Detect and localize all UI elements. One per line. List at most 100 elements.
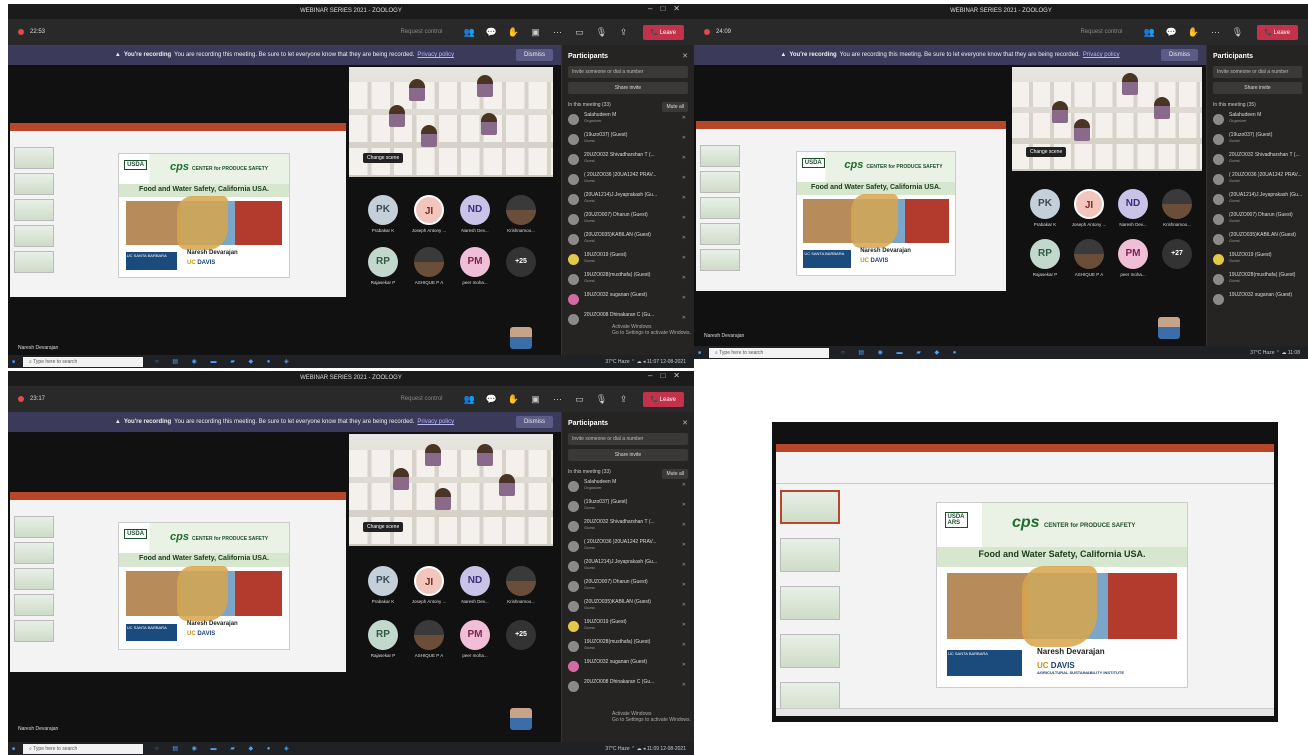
rooms-icon[interactable]: ▣: [530, 393, 542, 405]
participant-row[interactable]: 19UZO028(musthafa) (Guest) Guest: [1207, 272, 1308, 292]
participant-row[interactable]: 20UZO032 Shivadharshan T (... Guest: [1207, 152, 1308, 172]
request-control-button[interactable]: Request control: [1080, 29, 1122, 35]
share-invite-button[interactable]: Share invite: [568, 82, 688, 94]
reactions-icon[interactable]: ✋: [508, 393, 520, 405]
people-icon[interactable]: 👥: [464, 26, 476, 38]
window-controls[interactable]: –□✕: [648, 371, 688, 380]
share-invite-button[interactable]: Share invite: [568, 449, 688, 461]
windows-start-icon[interactable]: ■: [12, 359, 15, 365]
participant-tile[interactable]: PM peer moha...: [450, 247, 500, 301]
participant-row[interactable]: 19UZO032 suganan (Guest) ✕: [562, 292, 694, 312]
mute-all-button[interactable]: Mute all: [662, 102, 688, 112]
participant-tile[interactable]: PK Prabakar K: [358, 195, 408, 249]
participant-row[interactable]: Salahudeen M Organizer: [1207, 112, 1308, 132]
classroom-video[interactable]: Change scene: [1012, 67, 1202, 171]
participant-row[interactable]: 19UZO019 (Guest) Guest ✕: [562, 619, 694, 639]
participant-row[interactable]: (20UZO007) Dharun (Guest) Guest ✕: [562, 579, 694, 599]
privacy-policy-link[interactable]: Privacy policy: [417, 52, 454, 58]
participant-tile[interactable]: RP Rajasekar P: [358, 247, 408, 301]
ribbon-tabs[interactable]: [776, 444, 1274, 452]
chat-icon[interactable]: 💬: [486, 393, 498, 405]
invite-input[interactable]: Invite someone or dial a number: [568, 66, 688, 78]
leave-button[interactable]: 📞 Leave: [642, 391, 684, 407]
slide-thumbnails[interactable]: [14, 147, 56, 289]
more-participants[interactable]: +25: [496, 620, 546, 674]
participant-row[interactable]: 19UZO019 (Guest) Guest ✕: [562, 252, 694, 272]
participant-row[interactable]: (20UZO035)KABILAN (Guest) Guest ✕: [562, 599, 694, 619]
participant-row[interactable]: (20UZO035)KABILAN (Guest) Guest: [1207, 232, 1308, 252]
participant-row[interactable]: Salahudeen M Organizer ✕: [562, 479, 694, 499]
more-icon[interactable]: ⋯: [1210, 26, 1222, 38]
windows-start-icon[interactable]: ■: [12, 746, 15, 752]
slide-thumbnails[interactable]: [700, 145, 742, 283]
self-video[interactable]: [1158, 317, 1180, 339]
participant-tile[interactable]: JI Joseph Antony ...: [404, 195, 454, 249]
more-participants[interactable]: +25: [496, 247, 546, 301]
more-participants[interactable]: +27: [1152, 239, 1202, 293]
change-scene-button[interactable]: Change scene: [363, 153, 404, 163]
privacy-policy-link[interactable]: Privacy policy: [1083, 52, 1120, 58]
participant-row[interactable]: 20UZO008 Dhinakaran C (Gu... ✕: [562, 679, 694, 699]
participant-row[interactable]: 19UZO032 suganan (Guest) ✕: [562, 659, 694, 679]
participant-tile[interactable]: JI Joseph Antony ...: [1064, 189, 1114, 243]
participant-tile[interactable]: ASHIQUE P A: [404, 247, 454, 301]
invite-input[interactable]: Invite someone or dial a number: [568, 433, 688, 445]
participant-tile[interactable]: ASHIQUE P A: [404, 620, 454, 674]
slide-thumbnails[interactable]: [14, 516, 56, 664]
participant-row[interactable]: (20UA1214)J.Jeyaprakash (Gu... Guest ✕: [562, 192, 694, 212]
camera-icon[interactable]: ▭: [574, 26, 586, 38]
leave-button[interactable]: 📞 Leave: [1256, 24, 1298, 40]
participant-tile[interactable]: PM peer moha...: [1108, 239, 1158, 293]
participant-row[interactable]: (20UZO007) Dharun (Guest) Guest: [1207, 212, 1308, 232]
participant-tile[interactable]: Krishnamoo...: [1152, 189, 1202, 243]
share-icon[interactable]: ⇪: [618, 393, 630, 405]
participant-tile[interactable]: Krishnamoo...: [496, 195, 546, 249]
participant-row[interactable]: 20UZO032 Shivadharshan T (... Guest ✕: [562, 152, 694, 172]
reactions-icon[interactable]: ✋: [508, 26, 520, 38]
self-video[interactable]: [510, 708, 532, 730]
taskbar-search[interactable]: ⌕ Type here to search: [709, 347, 830, 358]
taskbar-apps[interactable]: ○ ▤ ◉ ▬ ▰ ◆ ●: [841, 349, 962, 356]
taskbar-search[interactable]: ⌕ Type here to search: [23, 743, 144, 754]
participant-row[interactable]: (20UA1214)J.Jeyaprakash (Gu... Guest: [1207, 192, 1308, 212]
mute-all-button[interactable]: Mute all: [662, 469, 688, 479]
dismiss-button[interactable]: Dismiss: [516, 49, 553, 61]
self-video[interactable]: [510, 327, 532, 349]
participant-tile[interactable]: ND Naresh Dev...: [450, 566, 500, 620]
dismiss-button[interactable]: Dismiss: [516, 416, 553, 428]
participant-tile[interactable]: PM peer moha...: [450, 620, 500, 674]
participant-tile[interactable]: Krishnamoo...: [496, 566, 546, 620]
mic-icon[interactable]: 🎙: [596, 393, 608, 405]
participant-tile[interactable]: PK Prabakar K: [1020, 189, 1070, 243]
participant-row[interactable]: (20UA1214)J.Jeyaprakash (Gu... Guest ✕: [562, 559, 694, 579]
share-icon[interactable]: ⇪: [618, 26, 630, 38]
participant-tile[interactable]: RP Rajasekar P: [1020, 239, 1070, 293]
invite-input[interactable]: Invite someone or dial a number: [1213, 66, 1302, 78]
request-control-button[interactable]: Request control: [400, 29, 442, 35]
request-control-button[interactable]: Request control: [400, 396, 442, 402]
participant-tile[interactable]: JI Joseph Antony ...: [404, 566, 454, 620]
chat-icon[interactable]: 💬: [1166, 26, 1178, 38]
ribbon[interactable]: [776, 452, 1274, 484]
leave-button[interactable]: 📞 Leave: [642, 24, 684, 40]
participant-row[interactable]: 19UZO019 (Guest) Guest: [1207, 252, 1308, 272]
rooms-icon[interactable]: ▣: [530, 26, 542, 38]
reactions-icon[interactable]: ✋: [1188, 26, 1200, 38]
participant-row[interactable]: (20UZO007) Dharun (Guest) Guest ✕: [562, 212, 694, 232]
participant-tile[interactable]: ASHIQUE P A: [1064, 239, 1114, 293]
more-icon[interactable]: ⋯: [552, 26, 564, 38]
windows-start-icon[interactable]: ■: [698, 350, 701, 356]
participant-row[interactable]: (19uzo037) (Guest) Guest ✕: [562, 132, 694, 152]
change-scene-button[interactable]: Change scene: [1026, 147, 1067, 157]
close-icon[interactable]: ✕: [682, 52, 688, 60]
change-scene-button[interactable]: Change scene: [363, 522, 404, 532]
classroom-video[interactable]: Change scene: [349, 434, 553, 546]
participant-row[interactable]: ( 20UZO036 )20UA1242 PRAV... Guest: [1207, 172, 1308, 192]
participant-row[interactable]: ( 20UZO036 )20UA1242 PRAV... Guest ✕: [562, 172, 694, 192]
participant-row[interactable]: (19uzo037) (Guest) Guest: [1207, 132, 1308, 152]
close-icon[interactable]: ✕: [682, 419, 688, 427]
participant-tile[interactable]: PK Prabakar K: [358, 566, 408, 620]
participant-row[interactable]: (19uzo037) (Guest) Guest ✕: [562, 499, 694, 519]
people-icon[interactable]: 👥: [1144, 26, 1156, 38]
participant-tile[interactable]: ND Naresh Dev...: [450, 195, 500, 249]
